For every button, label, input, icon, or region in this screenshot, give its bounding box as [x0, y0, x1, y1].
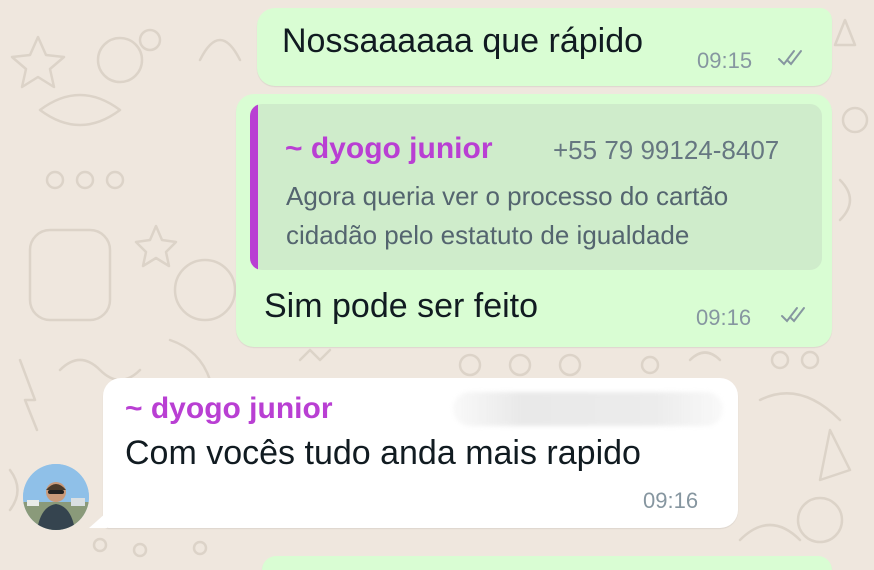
- double-check-icon: [780, 305, 810, 325]
- message-time: 09:15: [697, 48, 753, 73]
- message-time: 09:16: [696, 305, 752, 330]
- double-check-icon: [777, 48, 807, 68]
- outgoing-message[interactable]: Nossaaaaaa que rápido 09:15: [257, 8, 832, 86]
- message-text: Sim pode ser feito: [264, 287, 539, 325]
- sender-avatar[interactable]: [23, 464, 89, 530]
- message-text: Nossaaaaaa que rápido: [282, 22, 644, 60]
- quoted-text-line-1: Agora queria ver o processo do cartão: [286, 181, 729, 211]
- outgoing-message-partial[interactable]: [262, 556, 832, 570]
- quoted-text-line-2: cidadão pelo estatuto de igualdade: [286, 220, 690, 250]
- chat-screen: Nossaaaaaa que rápido 09:15 ~ dyogo juni…: [0, 0, 874, 570]
- bubble-tail: [89, 512, 107, 528]
- quoted-message[interactable]: ~ dyogo junior +55 79 99124-8407 Agora q…: [250, 104, 822, 270]
- incoming-message[interactable]: ~ dyogo junior Com vocês tudo anda mais …: [89, 378, 738, 528]
- quoted-phone: +55 79 99124-8407: [553, 135, 780, 165]
- quote-accent-bar: [250, 104, 258, 270]
- message-time: 09:16: [643, 488, 699, 513]
- redacted-phone-number: [453, 392, 723, 426]
- outgoing-reply-message[interactable]: ~ dyogo junior +55 79 99124-8407 Agora q…: [236, 94, 832, 347]
- contact-photo-avatar: [23, 464, 89, 530]
- quoted-author: ~ dyogo junior: [285, 132, 493, 165]
- message-text: Com vocês tudo anda mais rapido: [125, 434, 641, 472]
- sender-name: ~ dyogo junior: [125, 392, 333, 425]
